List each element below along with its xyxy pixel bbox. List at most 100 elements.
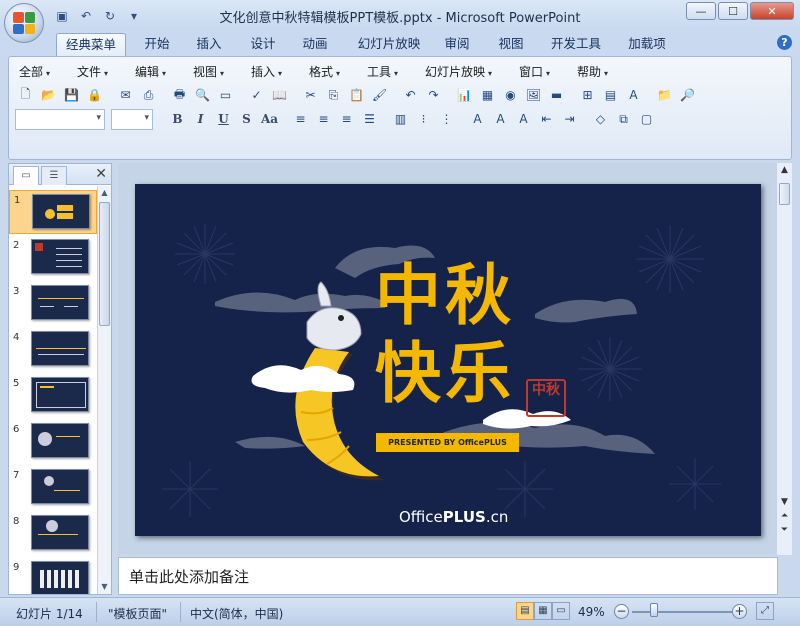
slide-thumbnail[interactable]: 6 xyxy=(9,420,97,464)
close-button[interactable]: ✕ xyxy=(750,2,794,20)
arrange-icon[interactable]: ⧉ xyxy=(613,109,634,129)
slide-thumbnail[interactable]: 9 xyxy=(9,558,97,594)
zoom-slider-thumb[interactable] xyxy=(650,603,658,617)
tab-design[interactable]: 设计 xyxy=(242,33,284,56)
quick-styles-icon[interactable]: ▢ xyxy=(636,109,657,129)
notes-pane[interactable]: 单击此处添加备注 xyxy=(118,557,778,595)
language-indicator[interactable]: 中文(简体，中国) xyxy=(190,605,283,622)
new-slide-icon[interactable]: ⊞ xyxy=(577,85,598,105)
presenter-banner[interactable]: PRESENTED BY OfficePLUS xyxy=(376,433,519,452)
font-color-icon[interactable]: A xyxy=(467,109,488,129)
outline-tab[interactable]: ☰ xyxy=(41,166,67,185)
shapes-icon[interactable]: ◇ xyxy=(590,109,611,129)
tab-review[interactable]: 审阅 xyxy=(436,33,478,56)
columns-icon[interactable]: ▥ xyxy=(390,109,411,129)
slides-tab[interactable]: ▭ xyxy=(13,166,39,185)
scroll-thumb[interactable] xyxy=(779,183,790,205)
paste-icon[interactable]: 📋 xyxy=(346,85,367,105)
numbering-icon[interactable]: ⋮ xyxy=(436,109,457,129)
scroll-thumb[interactable] xyxy=(99,202,110,326)
thumbnail-scrollbar[interactable]: ▲ ▼ xyxy=(97,186,111,594)
clipart-icon[interactable]: ◉ xyxy=(500,85,521,105)
slide-thumbnail[interactable]: 2 xyxy=(9,236,97,280)
align-center-icon[interactable]: ≡ xyxy=(313,109,334,129)
scroll-down-icon[interactable]: ▼ xyxy=(777,497,792,507)
bullets-icon[interactable]: ⁝ xyxy=(413,109,434,129)
print-icon[interactable]: 🖶 xyxy=(169,85,190,105)
scroll-down-icon[interactable]: ▼ xyxy=(98,580,111,594)
menu-slideshow[interactable]: 幻灯片放映 ▾ xyxy=(425,63,492,80)
align-left-icon[interactable]: ≡ xyxy=(290,109,311,129)
new-icon[interactable]: 🗋 xyxy=(15,85,36,105)
decrease-indent-icon[interactable]: ⇤ xyxy=(536,109,557,129)
slide-thumbnail[interactable]: 4 xyxy=(9,328,97,372)
bold-button[interactable]: B xyxy=(167,109,188,129)
cut-icon[interactable]: ✂ xyxy=(300,85,321,105)
next-slide-icon[interactable]: ⏷ xyxy=(777,525,792,535)
menu-file[interactable]: 文件 ▾ xyxy=(77,63,108,80)
justify-icon[interactable]: ☰ xyxy=(359,109,380,129)
zoom-level[interactable]: 49% xyxy=(578,605,605,619)
help-icon[interactable]: ? xyxy=(777,35,792,50)
scroll-up-icon[interactable]: ▲ xyxy=(98,186,111,200)
slide-thumbnail[interactable]: 3 xyxy=(9,282,97,326)
spelling-icon[interactable]: ✓ xyxy=(246,85,267,105)
permission-icon[interactable]: 🔒 xyxy=(84,85,105,105)
layout-icon[interactable]: ▤ xyxy=(600,85,621,105)
previous-slide-icon[interactable]: ⏶ xyxy=(777,511,792,521)
open-icon[interactable]: 📂 xyxy=(38,85,59,105)
slide-title-line2[interactable]: 快乐 xyxy=(375,334,515,414)
menu-format[interactable]: 格式 ▾ xyxy=(309,63,340,80)
editor-scrollbar[interactable]: ▲ ▼ ⏶ ⏷ xyxy=(776,163,792,555)
tab-insert[interactable]: 插入 xyxy=(188,33,230,56)
slide-sorter-button[interactable]: ▦ xyxy=(534,602,552,620)
tab-animation[interactable]: 动画 xyxy=(294,33,336,56)
undo-icon[interactable]: ↶ xyxy=(400,85,421,105)
print-preview-icon[interactable]: 🔍 xyxy=(192,85,213,105)
table-icon[interactable]: ▦ xyxy=(477,85,498,105)
screen-icon[interactable]: ▭ xyxy=(215,85,236,105)
close-pane-icon[interactable]: ✕ xyxy=(95,166,107,182)
zoom-in-icon[interactable]: + xyxy=(732,604,747,619)
line-color-icon[interactable]: ▬ xyxy=(546,85,567,105)
increase-indent-icon[interactable]: ⇥ xyxy=(559,109,580,129)
picture-icon[interactable]: 🖼 xyxy=(523,85,544,105)
menu-help[interactable]: 帮助 ▾ xyxy=(577,63,608,80)
menu-insert[interactable]: 插入 ▾ xyxy=(251,63,282,80)
slide-thumbnail[interactable]: 5 xyxy=(9,374,97,418)
chart-icon[interactable]: 📊 xyxy=(454,85,475,105)
scroll-up-icon[interactable]: ▲ xyxy=(777,165,792,175)
menu-all[interactable]: 全部 ▾ xyxy=(19,63,50,80)
tab-classic-menu[interactable]: 经典菜单 xyxy=(56,33,126,56)
menu-tools[interactable]: 工具 ▾ xyxy=(367,63,398,80)
pdf-icon[interactable]: ⎙ xyxy=(138,85,159,105)
open-folder-icon[interactable]: 📁 xyxy=(654,85,675,105)
slide-canvas[interactable]: 中秋 快乐 中秋 PRESENTED BY OfficePLUS OfficeP… xyxy=(135,184,761,536)
menu-window[interactable]: 窗口 ▾ xyxy=(519,63,550,80)
redo-icon[interactable]: ↷ xyxy=(423,85,444,105)
textbox-icon[interactable]: A xyxy=(623,85,644,105)
zoom-out-icon[interactable]: − xyxy=(614,604,629,619)
change-case-button[interactable]: Aa xyxy=(259,109,280,129)
normal-view-button[interactable]: ▤ xyxy=(516,602,534,620)
slide-title-line1[interactable]: 中秋 xyxy=(375,256,515,336)
shrink-font-icon[interactable]: A xyxy=(513,109,534,129)
minimize-button[interactable]: — xyxy=(686,2,716,20)
tab-home[interactable]: 开始 xyxy=(136,33,178,56)
menu-edit[interactable]: 编辑 ▾ xyxy=(135,63,166,80)
menu-view[interactable]: 视图 ▾ xyxy=(193,63,224,80)
slide-thumbnail[interactable]: 1 xyxy=(9,190,97,234)
tab-developer[interactable]: 开发工具 xyxy=(544,33,608,56)
shadow-button[interactable]: S xyxy=(236,109,257,129)
tab-slideshow[interactable]: 幻灯片放映 xyxy=(352,33,426,56)
underline-button[interactable]: U xyxy=(213,109,234,129)
copy-icon[interactable]: ⎘ xyxy=(323,85,344,105)
zoom-slider[interactable] xyxy=(632,611,732,613)
office-button[interactable] xyxy=(4,3,44,43)
slide-thumbnail[interactable]: 8 xyxy=(9,512,97,556)
find-icon[interactable]: 🔎 xyxy=(677,85,698,105)
research-icon[interactable]: 📖 xyxy=(269,85,290,105)
align-right-icon[interactable]: ≡ xyxy=(336,109,357,129)
save-icon[interactable]: 💾 xyxy=(61,85,82,105)
format-painter-icon[interactable]: 🖌 xyxy=(369,85,390,105)
